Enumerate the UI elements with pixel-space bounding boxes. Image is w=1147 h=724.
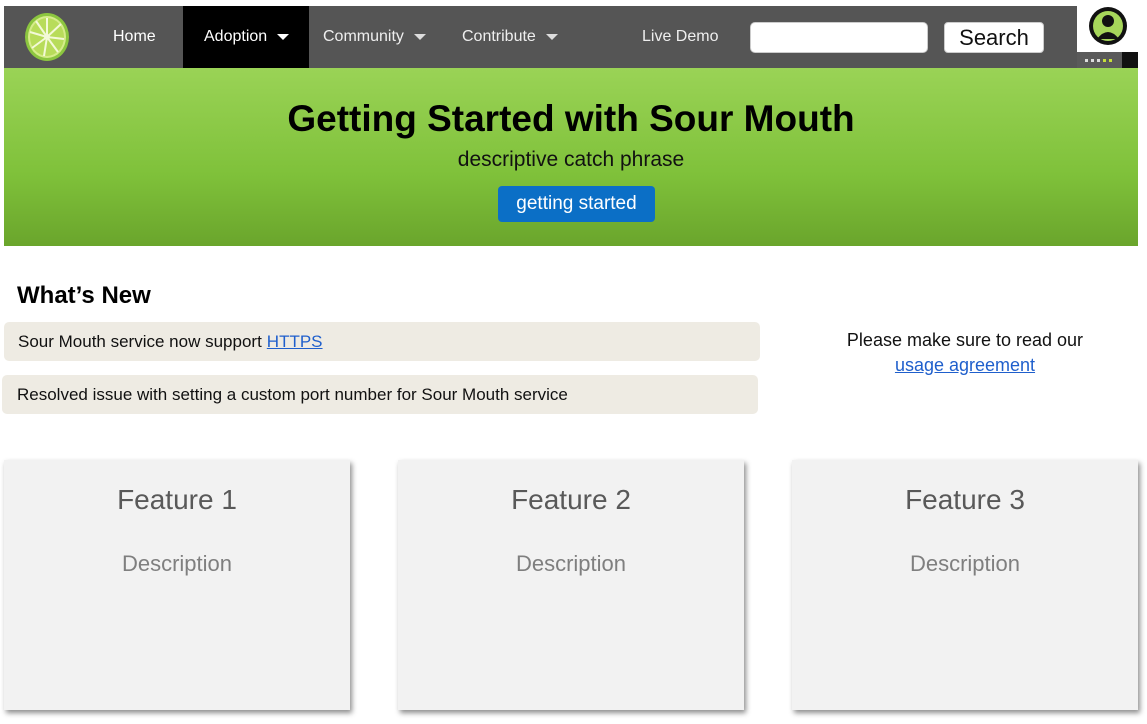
- user-avatar-icon[interactable]: [1088, 6, 1128, 46]
- chevron-down-icon: [413, 34, 426, 40]
- nav-live-demo[interactable]: Live Demo: [642, 6, 718, 68]
- feature-title: Feature 2: [511, 484, 631, 515]
- feature-title: Feature 3: [905, 484, 1025, 515]
- feature-description: Description: [515, 551, 627, 576]
- top-navbar: Home Adoption Community Contribute Live …: [4, 6, 1138, 68]
- usage-notice-text: Please make sure to read our: [846, 330, 1084, 350]
- nav-community[interactable]: Community: [323, 6, 426, 68]
- nav-home[interactable]: Home: [113, 6, 156, 68]
- whats-new-heading: What’s New: [17, 282, 151, 309]
- feature-description: Description: [121, 551, 233, 576]
- news-item: Resolved issue with setting a custom por…: [2, 375, 758, 414]
- news-item-text: Sour Mouth service now support: [18, 331, 262, 351]
- feature-card-2[interactable]: Feature 2 Description: [398, 460, 744, 710]
- news-item-text: Resolved issue with setting a custom por…: [17, 384, 568, 404]
- chevron-down-icon: [545, 34, 558, 40]
- feature-title: Feature 1: [117, 484, 237, 515]
- search-input[interactable]: [750, 22, 928, 53]
- user-status-strip: [1077, 52, 1138, 68]
- https-link[interactable]: HTTPS: [267, 332, 323, 352]
- news-item: Sour Mouth service now support HTTPS: [4, 322, 760, 361]
- hero-tagline: descriptive catch phrase: [457, 148, 685, 171]
- nav-adoption-label: Adoption: [204, 28, 268, 45]
- nav-home-label: Home: [113, 28, 156, 45]
- feature-description: Description: [909, 551, 1021, 576]
- getting-started-button[interactable]: getting started: [498, 186, 655, 222]
- lime-logo-icon[interactable]: [24, 12, 70, 62]
- usage-agreement-link[interactable]: usage agreement: [790, 353, 1140, 378]
- search-button[interactable]: Search: [944, 22, 1044, 53]
- nav-contribute[interactable]: Contribute: [462, 6, 558, 68]
- nav-community-label: Community: [323, 28, 404, 45]
- page-title: Getting Started with Sour Mouth: [287, 98, 855, 139]
- nav-contribute-label: Contribute: [462, 28, 536, 45]
- feature-card-1[interactable]: Feature 1 Description: [4, 460, 350, 710]
- nav-adoption[interactable]: Adoption: [183, 6, 309, 68]
- hero-banner: Getting Started with Sour Mouth descript…: [4, 68, 1138, 246]
- nav-live-demo-label: Live Demo: [642, 28, 719, 45]
- feature-card-3[interactable]: Feature 3 Description: [792, 460, 1138, 710]
- chevron-down-icon: [277, 34, 290, 40]
- usage-notice: Please make sure to read our usage agree…: [790, 328, 1140, 378]
- user-menu[interactable]: [1077, 6, 1138, 52]
